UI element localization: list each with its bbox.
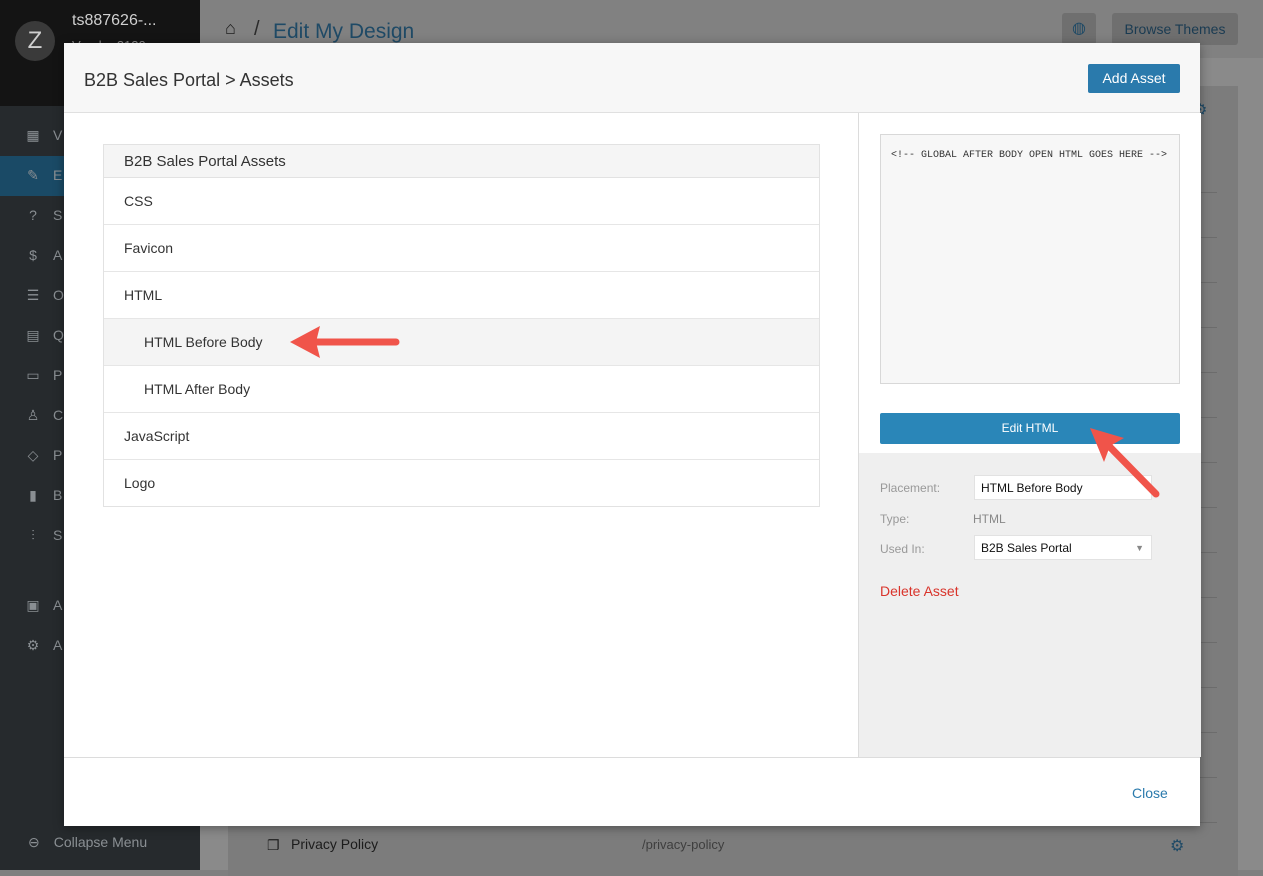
sliders-icon: ⫶ [31, 527, 35, 543]
code-preview-text: <!-- GLOBAL AFTER BODY OPEN HTML GOES HE… [891, 150, 1168, 161]
asset-list-item[interactable]: HTML Before Body [104, 319, 819, 366]
globe-icon[interactable]: ◍ [1062, 13, 1096, 45]
users-icon: ♙ [26, 407, 40, 423]
asset-list-heading: B2B Sales Portal Assets [104, 145, 819, 178]
home-icon[interactable]: ⌂ [225, 18, 236, 39]
sidebar-item-label: A [53, 637, 63, 653]
delete-asset-link[interactable]: Delete Asset [880, 583, 959, 599]
assets-modal: B2B Sales Portal > Assets Add Asset B2B … [64, 43, 1201, 826]
background-row-divider [1200, 237, 1217, 238]
gear-icon[interactable]: ⚙ [1170, 836, 1184, 856]
database-icon: ☰ [26, 287, 40, 303]
page-title: Edit My Design [273, 20, 415, 43]
book-icon: ▮ [29, 487, 37, 503]
asset-list-item[interactable]: Logo [104, 460, 819, 506]
sidebar-item-label: A [53, 597, 63, 613]
modal-footer-divider [64, 757, 1200, 758]
pencil-icon: ✎ [27, 167, 39, 183]
caret-down-icon: ▼ [1135, 543, 1144, 553]
background-row-divider [1200, 507, 1217, 508]
browse-themes-button[interactable]: Browse Themes [1112, 13, 1238, 45]
add-asset-button[interactable]: Add Asset [1088, 64, 1180, 93]
close-link[interactable]: Close [1132, 785, 1168, 801]
sidebar-item-label: V [53, 127, 63, 143]
sidebar-item-label: S [53, 527, 63, 543]
background-row-divider [1200, 552, 1217, 553]
privacy-policy-label[interactable]: Privacy Policy [291, 836, 378, 852]
background-row-divider [1200, 732, 1217, 733]
edit-html-button[interactable]: Edit HTML [880, 413, 1180, 444]
asset-preview-area: <!-- GLOBAL AFTER BODY OPEN HTML GOES HE… [859, 113, 1201, 453]
type-label: Type: [880, 512, 910, 526]
asset-list-item[interactable]: HTML After Body [104, 366, 819, 413]
background-row-divider [1200, 597, 1217, 598]
background-row-divider [1200, 687, 1217, 688]
sidebar-item-label: A [53, 247, 63, 263]
sidebar-item-label: S [53, 207, 63, 223]
background-row-divider [1200, 642, 1217, 643]
modal-title: B2B Sales Portal > Assets [84, 70, 294, 90]
asset-list: B2B Sales Portal Assets CSS Favicon HTML HT… [103, 144, 820, 507]
code-preview[interactable]: <!-- GLOBAL AFTER BODY OPEN HTML GOES HE… [880, 134, 1180, 384]
background-row-divider [1200, 822, 1217, 823]
sidebar-item-label: O [53, 287, 64, 303]
storefront-icon: ▦ [26, 127, 40, 143]
apps-icon: ▣ [26, 597, 40, 613]
asset-detail-pane: <!-- GLOBAL AFTER BODY OPEN HTML GOES HE… [858, 113, 1201, 757]
used-in-label: Used In: [880, 542, 925, 556]
page-icon: ❐ [267, 837, 280, 853]
background-row-divider [1200, 372, 1217, 373]
help-icon: ? [29, 207, 37, 223]
background-row-divider [1200, 327, 1217, 328]
tag-icon: ◇ [27, 447, 39, 463]
placement-label: Placement: [880, 481, 941, 495]
asset-list-item[interactable]: JavaScript [104, 413, 819, 460]
sidebar-item-label: E [53, 167, 63, 183]
sidebar-item-label: B [53, 487, 63, 503]
placement-field[interactable]: HTML Before Body [974, 475, 1152, 500]
background-row-divider [1200, 462, 1217, 463]
collapse-icon: ⊖ [28, 834, 40, 850]
gear-icon: ⚙ [26, 637, 40, 653]
background-row-divider [1200, 417, 1217, 418]
sidebar-item-label: Q [53, 327, 64, 343]
collapse-menu-button[interactable]: ⊖ Collapse Menu [28, 834, 147, 851]
asset-list-item[interactable]: Favicon [104, 225, 819, 272]
store-name[interactable]: ts887626-... [72, 12, 157, 30]
dollar-icon: $ [29, 247, 37, 263]
breadcrumb-separator: / [254, 18, 260, 40]
used-in-select[interactable]: B2B Sales Portal ▼ [974, 535, 1152, 560]
privacy-policy-url: /privacy-policy [642, 837, 725, 852]
type-value: HTML [973, 512, 1006, 526]
collapse-menu-label: Collapse Menu [53, 834, 148, 850]
asset-list-item[interactable]: HTML [104, 272, 819, 319]
modal-header: B2B Sales Portal > Assets Add Asset [64, 43, 1200, 113]
background-row-divider [1200, 282, 1217, 283]
sidebar-item-label: P [53, 367, 63, 383]
logo[interactable]: Z [15, 21, 55, 61]
card-icon: ▭ [26, 367, 40, 383]
grid-icon: ▤ [26, 327, 40, 343]
background-row-divider [1200, 192, 1217, 193]
background-row-divider [1200, 777, 1217, 778]
sidebar-item-label: C [53, 407, 64, 423]
used-in-value: B2B Sales Portal [981, 541, 1072, 555]
sidebar-item-label: P [53, 447, 63, 463]
asset-list-item[interactable]: CSS [104, 178, 819, 225]
